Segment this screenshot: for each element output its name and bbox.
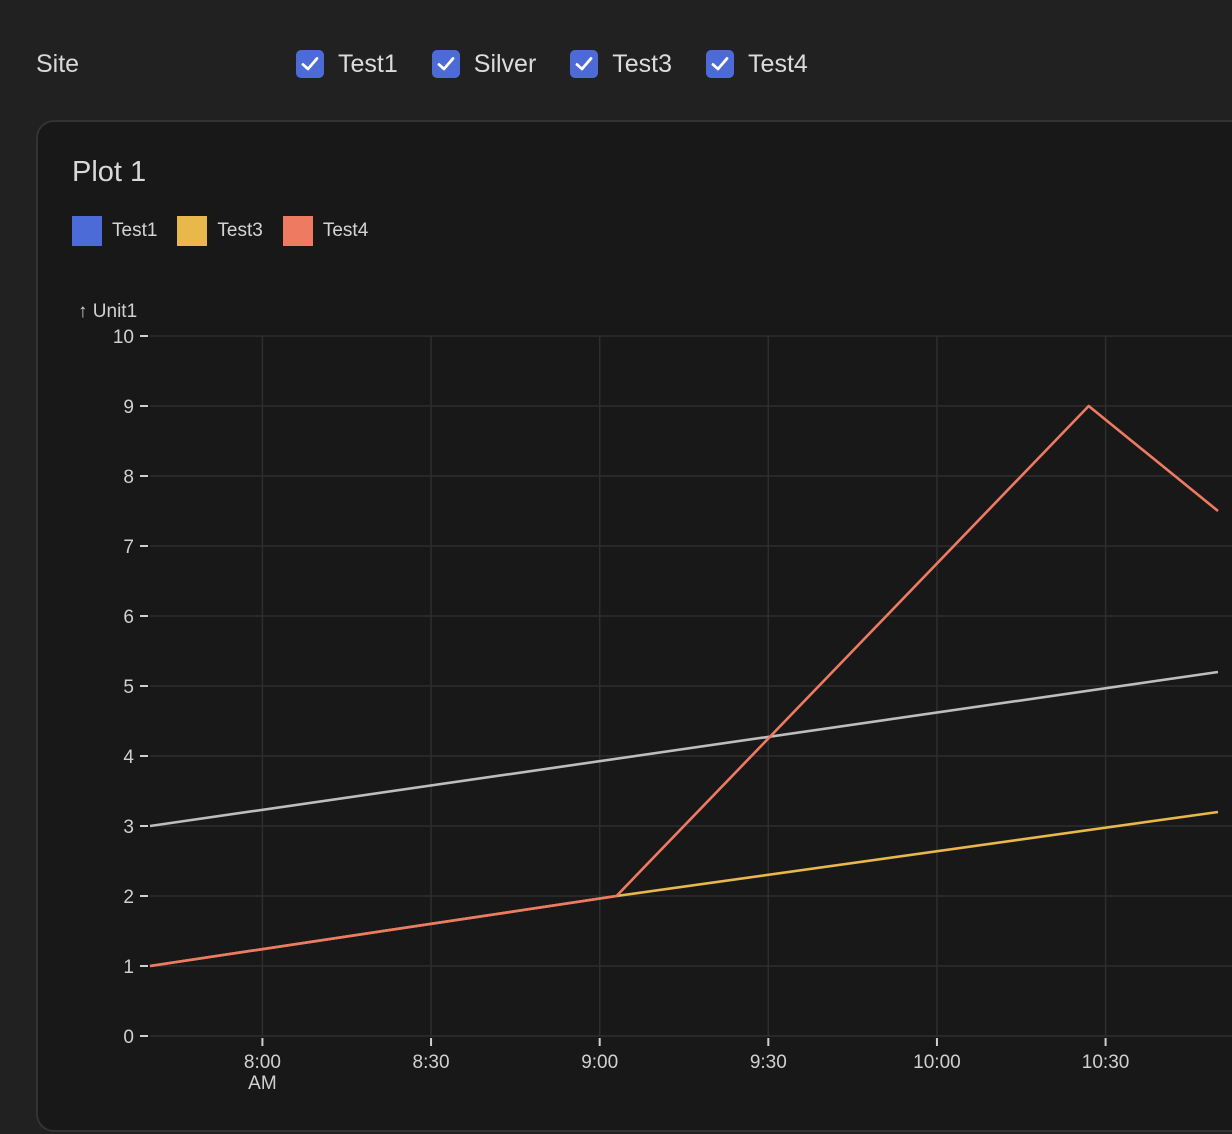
y-tick-label: 5 — [123, 677, 134, 698]
site-option-test4[interactable]: Test4 — [706, 50, 808, 79]
x-tick-sublabel: AM — [248, 1073, 277, 1094]
site-option-label: Test1 — [338, 49, 398, 78]
site-option-label: Test4 — [748, 49, 808, 78]
x-tick-label: 8:30 — [413, 1052, 450, 1073]
site-option-label: Silver — [473, 49, 537, 78]
x-tick-label: 10:00 — [913, 1052, 961, 1073]
checkbox-checked-icon[interactable] — [706, 50, 735, 78]
x-tick-label: 9:30 — [750, 1052, 787, 1073]
checkbox-checked-icon[interactable] — [296, 50, 324, 78]
y-axis-label: ↑ Unit1 — [78, 301, 137, 322]
y-tick-label: 0 — [123, 1027, 134, 1048]
plot-panel: Plot 1 Test1 Test3 Test4 0 1 2 3 4 5 6 7 8 9 10 8:0… — [36, 120, 1232, 1132]
site-filter: Site Test1 Silver Test3 Test4 — [36, 40, 842, 88]
site-filter-label: Site — [36, 49, 80, 78]
line-chart: 0 1 2 3 4 5 6 7 8 9 10 8:00AM 8:30 9:00 9:30 10:00 10:30… — [78, 301, 1232, 1094]
y-tick-label: 7 — [123, 537, 134, 558]
y-tick-label: 9 — [123, 397, 134, 418]
y-tick-label: 6 — [123, 607, 134, 628]
y-tick-label: 8 — [123, 467, 134, 488]
x-tick-label: 9:00 — [581, 1052, 618, 1073]
y-tick-label: 2 — [123, 887, 134, 908]
y-tick-label: 1 — [123, 957, 134, 978]
y-tick-label: 3 — [123, 817, 134, 838]
site-option-test1[interactable]: Test1 — [296, 50, 398, 79]
x-tick-label: 8:00 — [244, 1052, 281, 1073]
y-tick-label: 10 — [113, 327, 134, 348]
site-option-silver[interactable]: Silver — [431, 49, 537, 79]
site-option-test3[interactable]: Test3 — [570, 50, 672, 79]
series-line-0 — [149, 670, 1219, 828]
x-tick-label: 10:30 — [1082, 1052, 1130, 1073]
y-tick-label: 4 — [123, 747, 134, 768]
checkbox-checked-icon[interactable] — [431, 50, 460, 78]
checkbox-checked-icon[interactable] — [570, 50, 599, 78]
site-option-label: Test3 — [612, 49, 673, 78]
